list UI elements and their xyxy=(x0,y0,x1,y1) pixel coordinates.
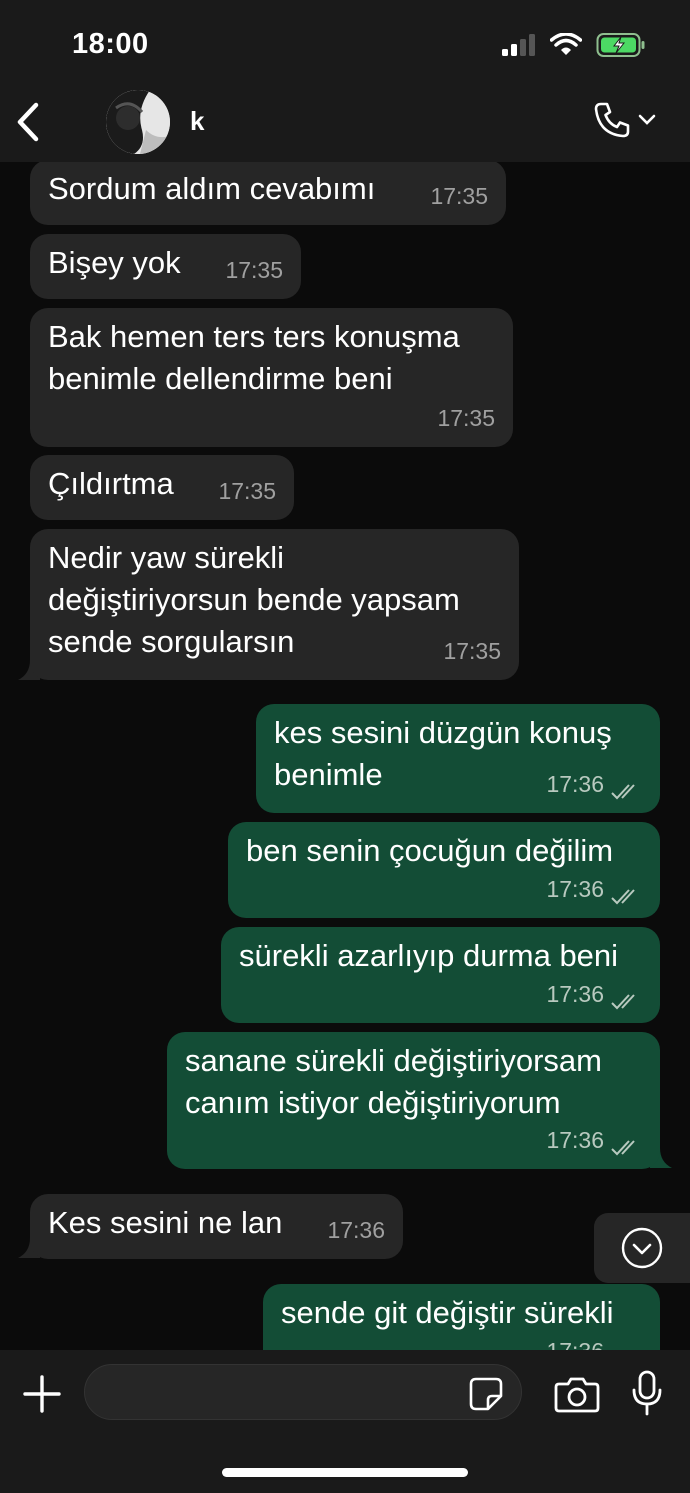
contact-name[interactable]: k xyxy=(190,106,204,137)
message-text: sende git değiştir sürekli xyxy=(281,1295,614,1330)
message-incoming[interactable]: Bak hemen ters ters konuşma benimle dell… xyxy=(30,308,513,447)
chevron-down-circle-icon xyxy=(621,1227,663,1269)
message-time: 17:36 xyxy=(546,1127,604,1153)
message-outgoing[interactable]: sende git değiştir sürekli 17:36 xyxy=(263,1284,660,1350)
message-text: Sordum aldım cevabımı xyxy=(48,171,376,206)
message-text: sürekli azarlıyıp durma beni xyxy=(239,938,619,973)
message-text: benimle dellendirme beni xyxy=(48,361,393,396)
read-receipt-icon xyxy=(611,1140,635,1156)
message-time: 17:36 xyxy=(327,1217,385,1243)
sticker-icon[interactable] xyxy=(468,1376,504,1412)
plus-icon[interactable] xyxy=(22,1374,62,1414)
read-receipt-icon xyxy=(611,784,635,800)
message-text: değiştiriyorsun bende yapsam xyxy=(48,582,460,617)
status-bar: 18:00 xyxy=(0,0,690,90)
message-incoming[interactable]: Sordum aldım cevabımı 17:35 xyxy=(30,162,506,225)
status-icons xyxy=(500,32,646,58)
message-time: 17:35 xyxy=(218,478,276,504)
call-button[interactable] xyxy=(592,100,656,140)
message-incoming[interactable]: Kes sesini ne lan 17:36 xyxy=(30,1194,403,1259)
message-text: ben senin çocuğun değilim xyxy=(246,833,614,868)
chevron-left-icon xyxy=(17,102,39,142)
contact-avatar[interactable] xyxy=(106,90,170,154)
message-time: 17:35 xyxy=(443,638,501,664)
message-time: 17:36 xyxy=(546,771,604,797)
battery-charging-icon xyxy=(596,33,645,57)
phone-icon xyxy=(594,102,630,138)
message-text: Bak hemen ters ters konuşma xyxy=(48,319,460,354)
message-outgoing[interactable]: sürekli azarlıyıp durma beni 17:36 xyxy=(221,927,660,1023)
message-list[interactable]: Sordum aldım cevabımı 17:35 Bişey yok 17… xyxy=(0,162,690,1350)
home-indicator xyxy=(222,1468,468,1477)
message-incoming[interactable]: Bişey yok 17:35 xyxy=(30,234,301,299)
read-receipt-icon xyxy=(611,994,635,1010)
chat-header: k xyxy=(0,90,690,162)
message-time: 17:36 xyxy=(546,876,604,902)
message-outgoing[interactable]: kes sesini düzgün konuş benimle 17:36 xyxy=(256,704,660,813)
message-time: 17:35 xyxy=(437,405,495,431)
message-time: 17:35 xyxy=(225,257,283,283)
signal-icon xyxy=(502,34,535,56)
chevron-down-icon xyxy=(638,114,656,125)
scroll-to-bottom-button[interactable] xyxy=(594,1213,690,1283)
message-text: sanane sürekli değiştiriyorsam xyxy=(185,1043,602,1078)
status-time: 18:00 xyxy=(72,28,149,60)
message-incoming[interactable]: Çıldırtma 17:35 xyxy=(30,455,294,520)
message-incoming[interactable]: Nedir yaw sürekli değiştiriyorsun bende … xyxy=(30,529,519,680)
message-input[interactable] xyxy=(84,1364,522,1420)
message-time: 17:35 xyxy=(430,183,488,209)
message-text: kes sesini düzgün konuş xyxy=(274,715,612,750)
avatar-image xyxy=(106,90,170,154)
message-text: sende sorgularsın xyxy=(48,624,295,659)
message-time: 17:36 xyxy=(546,1330,604,1350)
camera-icon[interactable] xyxy=(554,1374,600,1414)
message-text: canım istiyor değiştiriyorum xyxy=(185,1085,561,1120)
wifi-icon xyxy=(550,33,582,55)
message-text: Nedir yaw sürekli xyxy=(48,540,285,575)
back-button[interactable] xyxy=(14,100,50,144)
message-outgoing[interactable]: ben senin çocuğun değilim 17:36 xyxy=(228,822,660,918)
composer-bar xyxy=(0,1350,690,1493)
microphone-icon[interactable] xyxy=(630,1370,664,1416)
message-time: 17:36 xyxy=(546,981,604,1007)
read-receipt-icon xyxy=(611,889,635,905)
message-outgoing[interactable]: sanane sürekli değiştiriyorsam canım ist… xyxy=(167,1032,660,1169)
